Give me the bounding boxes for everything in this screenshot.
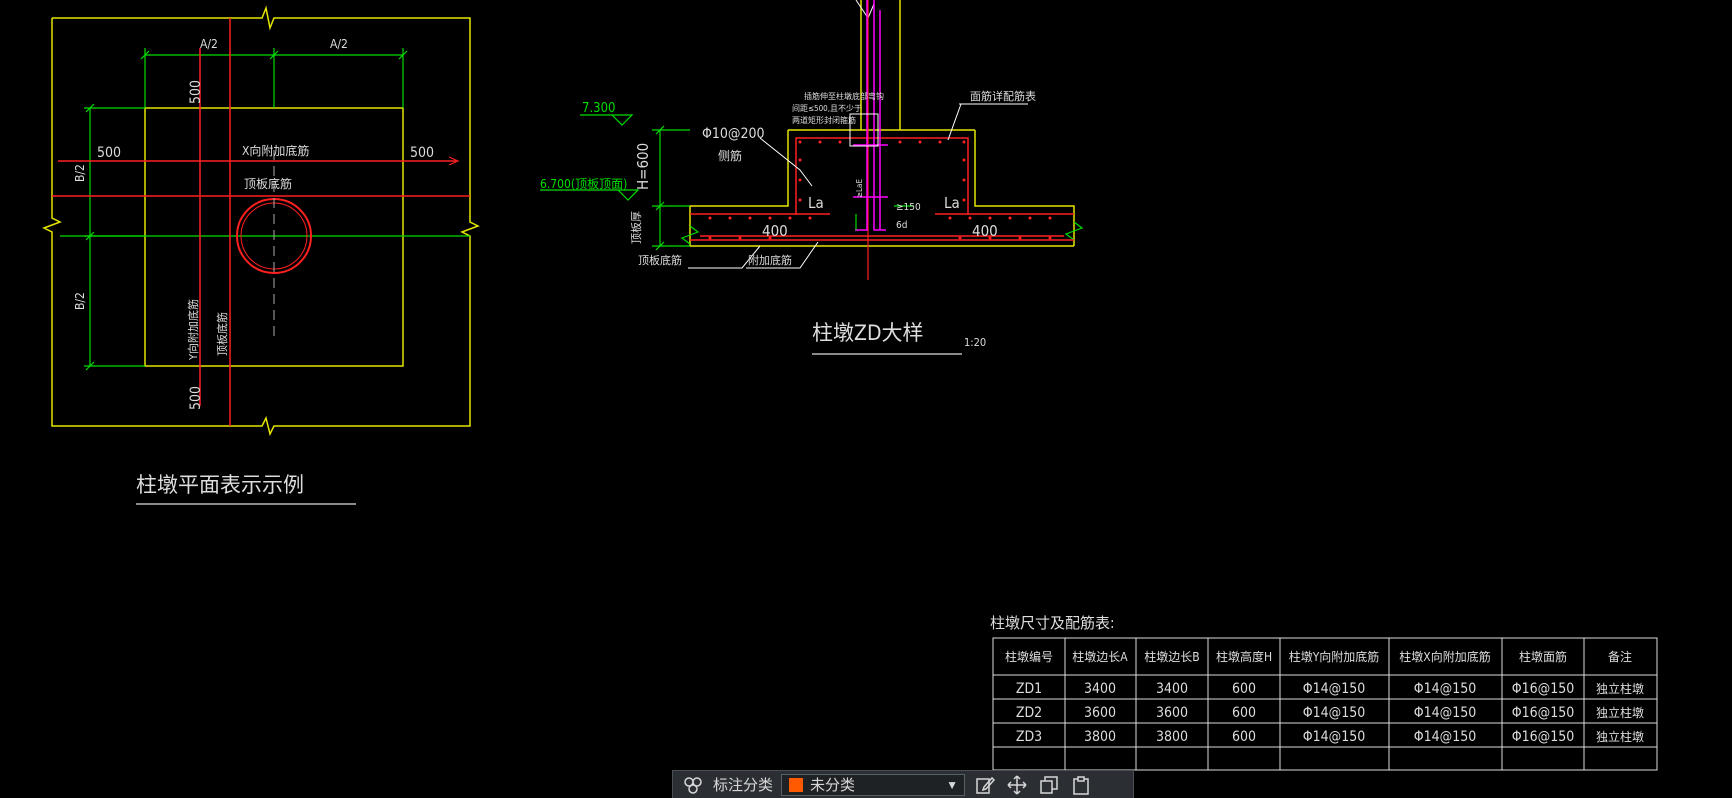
x-bar-label: X向附加底筋 [242,143,309,158]
extra-bottom-label: 附加底筋 [748,253,792,267]
table-cell: 600 [1232,681,1256,697]
table-header: 柱墩边长B [1144,649,1199,664]
table-caption: 柱墩尺寸及配筋表: [990,614,1115,632]
category-select-value: 未分类 [810,777,856,794]
plan-view: A/2 A/2 B/2 B/2 500 500 500 500 X向附加底筋 顶… [42,5,480,505]
table-row: ZD2 3600 3600 600 Φ14@150 Φ14@150 Φ16@15… [1016,705,1644,721]
table-cell: 独立柱墩 [1596,705,1644,720]
table-row: ZD1 3400 3400 600 Φ14@150 Φ14@150 Φ16@15… [1016,681,1644,697]
side-bar-spec: Φ10@200 [702,126,765,142]
top-bar-label: 顶板底筋 [244,176,292,191]
table-cell: Φ16@150 [1512,729,1575,745]
table-cell: 独立柱墩 [1596,729,1644,744]
dim-b-half-top: B/2 [73,164,87,182]
table-cell: 3800 [1084,729,1116,745]
plan-top-dims [140,48,408,108]
table-cell: 3400 [1156,681,1188,697]
dim-a-half-left: A/2 [200,37,218,51]
dim-500-top: 500 [188,80,204,104]
category-color-swatch [788,776,805,793]
column-note-3: 两道矩形封闭箍筋 [792,115,856,125]
table-cell: Φ14@150 [1414,705,1477,721]
table-header: 柱墩边长A [1072,649,1128,664]
edit-icon[interactable] [973,774,997,796]
plan-title: 柱墩平面表示示例 [136,473,304,497]
table-cell: Φ16@150 [1512,705,1575,721]
paste-icon[interactable] [1069,774,1093,796]
dim-b-half-bottom: B/2 [73,292,87,310]
table-cell: ZD2 [1016,705,1042,721]
dim-500-bottom: 500 [188,386,204,410]
table-cell: 3400 [1084,681,1116,697]
table-cell: Φ14@150 [1414,681,1477,697]
y-bar-label: Y向附加底筋 [186,299,200,361]
table-header: 备注 [1608,649,1632,664]
layer-settings-icon[interactable] [681,774,705,796]
section-view: 7.300 6.700(顶板顶面) H=600 Φ10@200 侧筋 La La… [540,0,1084,355]
table-cell: 600 [1232,705,1256,721]
dim-lae: ≥LaE [855,179,864,198]
dim-400-right: 400 [972,222,998,240]
copy-icon[interactable] [1037,774,1061,796]
slab-bottom-label: 顶板底筋 [638,253,682,267]
side-bar-note: 侧筋 [718,148,742,163]
table-cell: Φ14@150 [1414,729,1477,745]
dim-150: ≥150 [896,202,921,213]
la-label-right: La [944,194,960,212]
move-icon[interactable] [1005,774,1029,796]
table-header: 柱墩X向附加底筋 [1399,649,1490,664]
column-note-2: 间距≤500,且不少于 [792,104,862,113]
table-header: 柱墩Y向附加底筋 [1289,649,1380,664]
plan-outer-boundary [42,5,480,437]
table-cell: Φ14@150 [1303,681,1366,697]
dim-6d: 6d [896,220,907,231]
dim-500-left: 500 [97,145,121,161]
slab-thickness: 顶板厚 [629,211,643,244]
table-cell: 3800 [1156,729,1188,745]
table-cell: Φ16@150 [1512,681,1575,697]
table-header: 柱墩编号 [1005,649,1053,664]
table-cell: 600 [1232,729,1256,745]
table-cell: 独立柱墩 [1596,681,1644,696]
table-cell: ZD3 [1016,729,1042,745]
elev-top: 7.300 [582,101,615,116]
la-label-left: La [808,194,824,212]
elev-bottom: 6.700(顶板顶面) [540,177,627,191]
table-cell: 3600 [1084,705,1116,721]
table-header: 柱墩面筋 [1519,649,1567,664]
section-scale: 1:20 [964,336,986,349]
dim-400-left: 400 [762,222,788,240]
table-cell: 3600 [1156,705,1188,721]
height-label: H=600 [634,143,652,190]
dim-a-half-right: A/2 [330,37,348,51]
column-note-1: 插筋伸至柱墩底部弯钩 [804,91,884,101]
table-cell: Φ14@150 [1303,729,1366,745]
category-select[interactable]: 未分类 ▼ [781,773,966,796]
table-cell: Φ14@150 [1303,705,1366,721]
cad-drawing-canvas[interactable]: A/2 A/2 B/2 B/2 500 500 500 500 X向附加底筋 顶… [0,0,1732,794]
table-row: ZD3 3800 3800 600 Φ14@150 Φ14@150 Φ16@15… [1016,729,1644,745]
category-label: 标注分类 [713,777,774,794]
pier-schedule-table: 柱墩尺寸及配筋表: 柱墩编号 柱墩边长A 柱墩边长B 柱墩高度H 柱墩Y向附加底… [990,614,1658,771]
chevron-down-icon: ▼ [946,777,959,792]
section-title: 柱墩ZD大样 [812,321,924,345]
table-cell: ZD1 [1016,681,1042,697]
dim-500-right: 500 [410,145,434,161]
table-header: 柱墩高度H [1216,649,1272,664]
y-top-bar-label: 顶板底筋 [215,312,229,356]
top-rebar-note: 面筋详配筋表 [970,89,1036,103]
